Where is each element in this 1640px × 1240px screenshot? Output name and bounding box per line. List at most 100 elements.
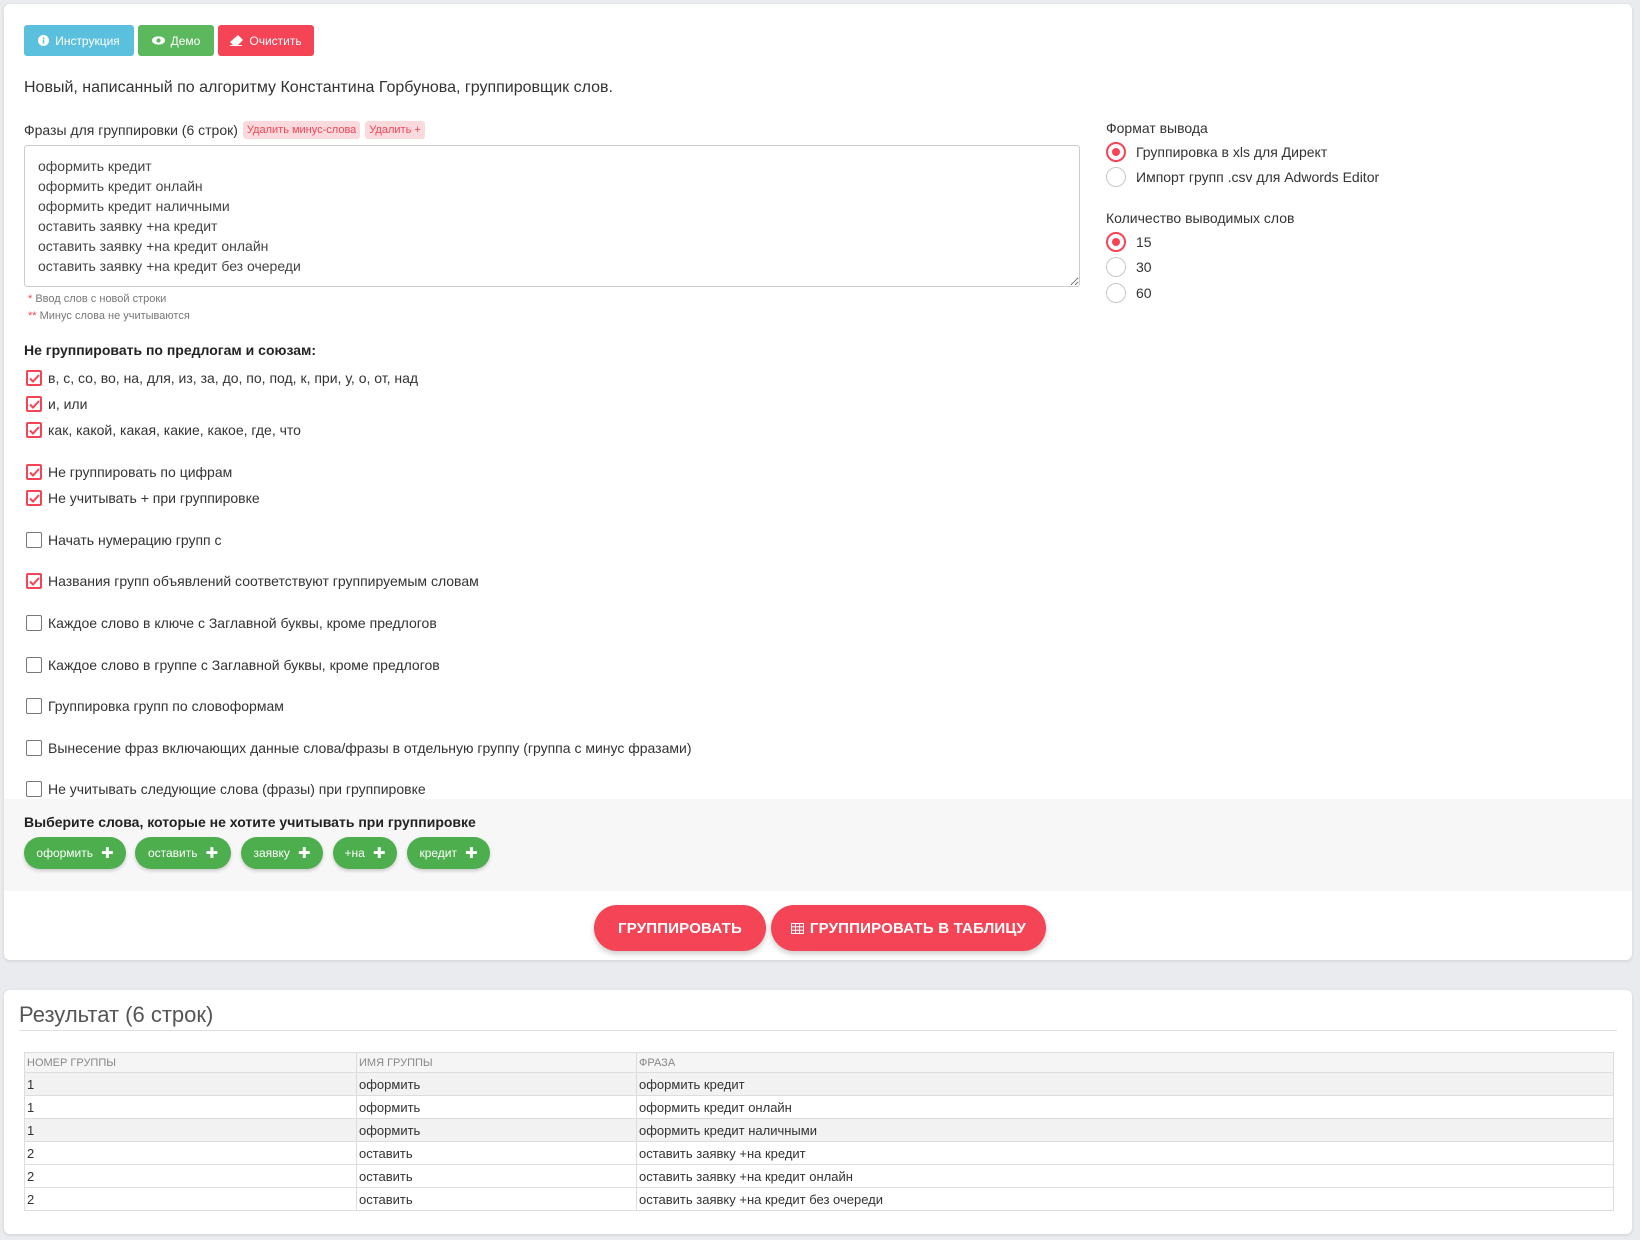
table-row: 2 оставить оставить заявку +на кредит он… — [24, 1164, 1614, 1188]
exclude-chip[interactable]: +на ✚ — [333, 837, 397, 869]
preposition-option-2[interactable]: и, или — [26, 396, 87, 412]
preposition-option-label: как, какой, какая, какие, какое, где, чт… — [48, 422, 301, 438]
result-table: НОМЕР ГРУППЫ ИМЯ ГРУППЫ ФРАЗА 1 оформить… — [24, 1052, 1614, 1211]
option-label: Каждое слово в группе с Заглавной буквы,… — [48, 657, 440, 673]
word-count-option-15[interactable]: 15 — [1106, 232, 1152, 252]
instruction-button[interactable]: Инструкция — [24, 25, 134, 56]
cell-phrase: оформить кредит онлайн — [636, 1095, 1614, 1119]
radio-label: Импорт групп .csv для Adwords Editor — [1136, 169, 1380, 185]
note-star: ** — [28, 310, 37, 322]
output-format-label: Формат вывода — [1106, 120, 1208, 136]
checkmark-icon — [28, 425, 40, 435]
checkbox-unchecked[interactable] — [26, 532, 42, 548]
checkbox-unchecked[interactable] — [26, 698, 42, 714]
demo-button-label: Демо — [170, 33, 201, 48]
exclude-chip[interactable]: заявку ✚ — [241, 837, 323, 869]
checkbox-checked[interactable] — [26, 396, 42, 412]
option-label: Каждое слово в ключе с Заглавной буквы, … — [48, 615, 437, 631]
phrases-textarea[interactable] — [24, 145, 1080, 287]
option-label: Начать нумерацию групп с — [48, 532, 222, 548]
cell-group-name: оформить — [356, 1095, 637, 1119]
column-header-phrase: ФРАЗА — [636, 1052, 1614, 1073]
checkbox-unchecked[interactable] — [26, 740, 42, 756]
exclude-words-heading: Выберите слова, которые не хотите учитыв… — [24, 814, 476, 830]
option-label: Не учитывать + при группировке — [48, 490, 260, 506]
chip-label: заявку — [253, 846, 290, 860]
remove-minus-words-button[interactable]: Удалить минус-слова — [242, 121, 361, 139]
preposition-option-1[interactable]: в, с, со, во, на, для, из, за, до, по, п… — [26, 370, 418, 386]
page-description: Новый, написанный по алгоритму Константи… — [24, 79, 613, 96]
preposition-option-3[interactable]: как, какой, какая, какие, какое, где, чт… — [26, 422, 301, 438]
checkbox-checked[interactable] — [26, 370, 42, 386]
option-separate-group[interactable]: Вынесение фраз включающих данные слова/ф… — [26, 740, 692, 756]
exclude-chip[interactable]: оформить ✚ — [24, 837, 126, 869]
option-no-group-digits[interactable]: Не группировать по цифрам — [26, 464, 232, 480]
radio-selected[interactable] — [1106, 142, 1126, 162]
cell-phrase: оставить заявку +на кредит без очереди — [636, 1187, 1614, 1211]
output-format-option-csv[interactable]: Импорт групп .csv для Adwords Editor — [1106, 167, 1379, 187]
remove-plus-button[interactable]: Удалить + — [365, 121, 425, 139]
radio-unselected[interactable] — [1106, 257, 1126, 277]
word-count-label: Количество выводимых слов — [1106, 210, 1295, 226]
eye-icon — [151, 36, 165, 45]
table-row: 2 оставить оставить заявку +на кредит бе… — [24, 1187, 1614, 1211]
radio-label: 60 — [1136, 285, 1152, 301]
radio-selected[interactable] — [1106, 232, 1126, 252]
cell-group-name: оставить — [356, 1187, 637, 1211]
exclude-chip[interactable]: кредит ✚ — [407, 837, 490, 869]
cell-phrase: оставить заявку +на кредит онлайн — [636, 1164, 1614, 1188]
eraser-icon — [230, 35, 244, 46]
option-label: Вынесение фраз включающих данные слова/ф… — [48, 740, 692, 756]
note-star: * — [28, 293, 33, 305]
checkbox-unchecked[interactable] — [26, 615, 42, 631]
group-to-table-button[interactable]: ГРУППИРОВАТЬ В ТАБЛИЦУ — [771, 905, 1046, 951]
prepositions-heading: Не группировать по предлогам и союзам: — [24, 342, 317, 358]
grouping-form-card: Инструкция Демо Очистить Новый, написанн… — [4, 4, 1632, 960]
option-ignore-words[interactable]: Не учитывать следующие слова (фразы) при… — [26, 781, 426, 797]
radio-unselected[interactable] — [1106, 167, 1126, 187]
group-button[interactable]: ГРУППИРОВАТЬ — [594, 905, 766, 951]
option-capitalize-group[interactable]: Каждое слово в группе с Заглавной буквы,… — [26, 657, 440, 673]
word-count-option-60[interactable]: 60 — [1106, 283, 1152, 303]
option-ignore-plus[interactable]: Не учитывать + при группировке — [26, 490, 260, 506]
checkbox-unchecked[interactable] — [26, 781, 42, 797]
checkmark-icon — [28, 493, 40, 503]
clear-button-label: Очистить — [249, 33, 302, 48]
option-capitalize-key[interactable]: Каждое слово в ключе с Заглавной буквы, … — [26, 615, 437, 631]
checkbox-unchecked[interactable] — [26, 657, 42, 673]
option-label: Группировка групп по словоформам — [48, 698, 284, 714]
chip-label: оставить — [147, 846, 198, 860]
option-wordforms[interactable]: Группировка групп по словоформам — [26, 698, 284, 714]
info-icon — [38, 35, 50, 46]
note-minus-words: ** Минус слова не учитываются — [28, 310, 190, 322]
plus-icon: ✚ — [464, 845, 478, 862]
group-to-table-label: ГРУППИРОВАТЬ В ТАБЛИЦУ — [809, 919, 1027, 937]
output-format-option-xls[interactable]: Группировка в xls для Директ — [1106, 142, 1327, 162]
plus-icon: ✚ — [101, 845, 114, 862]
clear-button[interactable]: Очистить — [218, 25, 314, 56]
word-count-option-30[interactable]: 30 — [1106, 257, 1152, 277]
option-label: Названия групп объявлений соответствуют … — [48, 573, 479, 589]
cell-phrase: оформить кредит наличными — [636, 1118, 1614, 1142]
checkbox-checked[interactable] — [26, 490, 42, 506]
exclude-words-section: Выберите слова, которые не хотите учитыв… — [4, 799, 1632, 891]
radio-unselected[interactable] — [1106, 283, 1126, 303]
demo-button[interactable]: Демо — [138, 25, 214, 56]
table-icon — [790, 922, 804, 934]
option-label: Не группировать по цифрам — [48, 464, 233, 480]
checkbox-checked[interactable] — [26, 464, 42, 480]
phrases-label: Фразы для группировки (6 строк) — [24, 122, 238, 138]
plus-icon: ✚ — [205, 845, 219, 862]
exclude-chip[interactable]: оставить ✚ — [135, 837, 231, 869]
checkbox-checked[interactable] — [26, 422, 42, 438]
note-minus-words-text: Минус слова не учитываются — [39, 310, 190, 322]
table-row: 1 оформить оформить кредит онлайн — [24, 1095, 1614, 1119]
radio-label: Группировка в xls для Директ — [1136, 144, 1328, 160]
option-group-names-match[interactable]: Названия групп объявлений соответствуют … — [26, 573, 479, 589]
checkmark-icon — [28, 576, 40, 586]
option-start-numbering[interactable]: Начать нумерацию групп с — [26, 532, 222, 548]
option-label: Не учитывать следующие слова (фразы) при… — [48, 781, 426, 797]
cell-group-number: 1 — [24, 1095, 357, 1119]
checkbox-checked[interactable] — [26, 573, 42, 589]
table-row: 1 оформить оформить кредит — [24, 1072, 1614, 1096]
